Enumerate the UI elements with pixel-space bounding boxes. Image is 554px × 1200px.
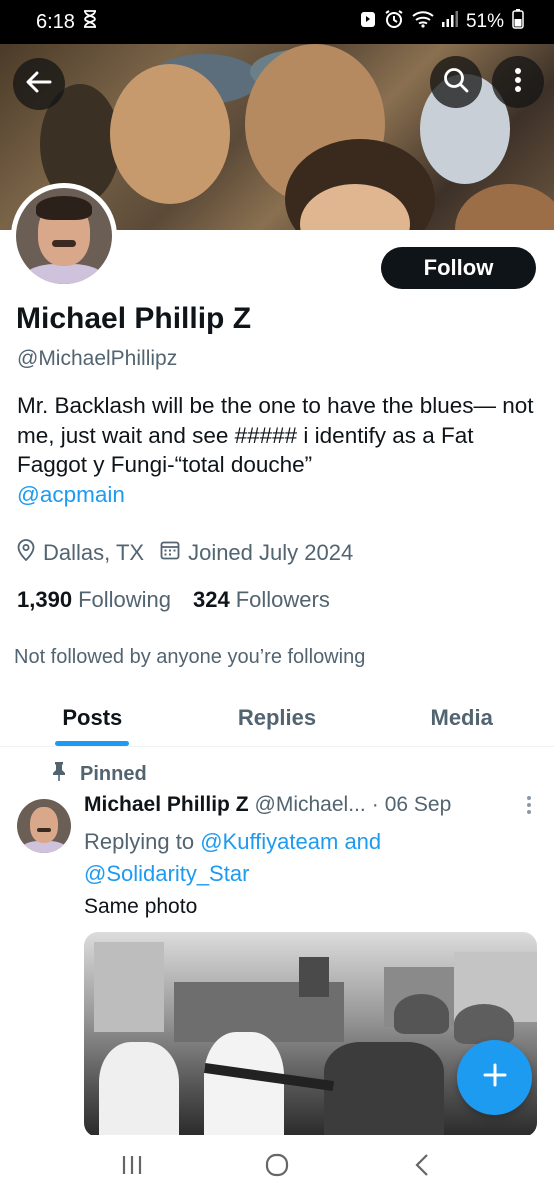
- profile-avatar[interactable]: [11, 183, 117, 289]
- back-button[interactable]: [13, 58, 65, 110]
- location-item: Dallas, TX: [17, 539, 144, 567]
- joined-item: Joined July 2024: [160, 540, 353, 566]
- home-icon: [264, 1152, 290, 1183]
- more-vertical-icon: [514, 67, 522, 98]
- calendar-icon: [160, 540, 180, 566]
- system-nav-bar: [0, 1135, 554, 1200]
- alarm-icon: [384, 9, 404, 35]
- post-more-icon[interactable]: [526, 795, 532, 821]
- tab-replies-label: Replies: [237, 705, 317, 730]
- tab-posts[interactable]: Posts: [0, 690, 185, 746]
- home-button[interactable]: [247, 1148, 307, 1188]
- compose-button[interactable]: [457, 1040, 532, 1115]
- status-left: 6:18: [36, 10, 97, 34]
- tab-posts-label: Posts: [62, 705, 123, 730]
- post-author-avatar[interactable]: [17, 799, 71, 853]
- profile-meta: Dallas, TX Joined July 2024: [17, 539, 369, 567]
- not-followed-notice: Not followed by anyone you’re following: [14, 646, 366, 668]
- status-right: 51%: [360, 9, 524, 35]
- location-pin-icon: [17, 539, 35, 567]
- chevron-left-icon: [414, 1153, 430, 1182]
- tab-media-label: Media: [430, 705, 493, 730]
- followers-label: Followers: [235, 587, 330, 612]
- signal-icon: [441, 11, 458, 33]
- post-header: Michael Phillip Z @Michael... · 06 Sep: [84, 793, 544, 817]
- status-time: 6:18: [36, 10, 75, 33]
- profile-name: Michael Phillip Z: [16, 302, 252, 335]
- following-label: Following: [78, 587, 171, 612]
- pin-icon: [52, 761, 66, 787]
- following-link[interactable]: 1,390 Following: [17, 587, 171, 613]
- wifi-icon: [412, 10, 434, 34]
- location-text: Dallas, TX: [43, 540, 145, 565]
- recent-apps-icon: [120, 1154, 144, 1181]
- profile-tabs: Posts Replies Media: [0, 690, 554, 747]
- search-icon: [443, 67, 469, 98]
- recent-apps-button[interactable]: [102, 1148, 162, 1188]
- replying-to: Replying to @Kuffiyateam and @Solidarity…: [84, 826, 524, 890]
- replying-prefix: Replying to: [84, 829, 195, 854]
- arrow-left-icon: [26, 71, 52, 98]
- post-date[interactable]: 06 Sep: [385, 793, 452, 817]
- system-back-button[interactable]: [392, 1148, 452, 1188]
- profile-bio: Mr. Backlash will be the one to have the…: [17, 391, 542, 509]
- pinned-indicator: Pinned: [52, 761, 147, 787]
- post-author-handle[interactable]: @Michael...: [255, 793, 366, 817]
- bio-mention-link[interactable]: @acpmain: [17, 480, 542, 510]
- followers-count: 324: [193, 587, 230, 612]
- post-image[interactable]: [84, 932, 537, 1137]
- post-text: Same photo: [84, 895, 198, 918]
- follow-counts: 1,390 Following 324 Followers: [17, 587, 352, 613]
- reply-and[interactable]: and: [344, 829, 381, 854]
- followers-link[interactable]: 324 Followers: [193, 587, 330, 613]
- plus-icon: [482, 1062, 508, 1093]
- profile-handle: @MichaelPhillipz: [17, 347, 178, 370]
- hourglass-icon: [83, 10, 97, 34]
- tab-media[interactable]: Media: [369, 690, 554, 746]
- follow-button[interactable]: Follow: [381, 247, 536, 289]
- following-count: 1,390: [17, 587, 73, 612]
- reply-mention-1[interactable]: @Kuffiyateam: [200, 829, 338, 854]
- more-options-button[interactable]: [492, 56, 544, 108]
- active-tab-indicator: [55, 741, 130, 746]
- battery-text: 51%: [465, 11, 504, 32]
- avatar-image: [16, 188, 112, 284]
- status-bar: 6:18 51%: [0, 0, 554, 44]
- tab-replies[interactable]: Replies: [185, 690, 370, 746]
- post-author-name[interactable]: Michael Phillip Z: [84, 793, 249, 817]
- joined-text: Joined July 2024: [188, 540, 354, 565]
- app-icon: [360, 10, 376, 34]
- post-separator: ·: [371, 793, 379, 816]
- search-button[interactable]: [430, 56, 482, 108]
- reply-mention-2[interactable]: @Solidarity_Star: [84, 861, 249, 886]
- pinned-label: Pinned: [80, 762, 147, 785]
- bio-text: Mr. Backlash will be the one to have the…: [17, 393, 534, 477]
- battery-icon: [512, 9, 524, 35]
